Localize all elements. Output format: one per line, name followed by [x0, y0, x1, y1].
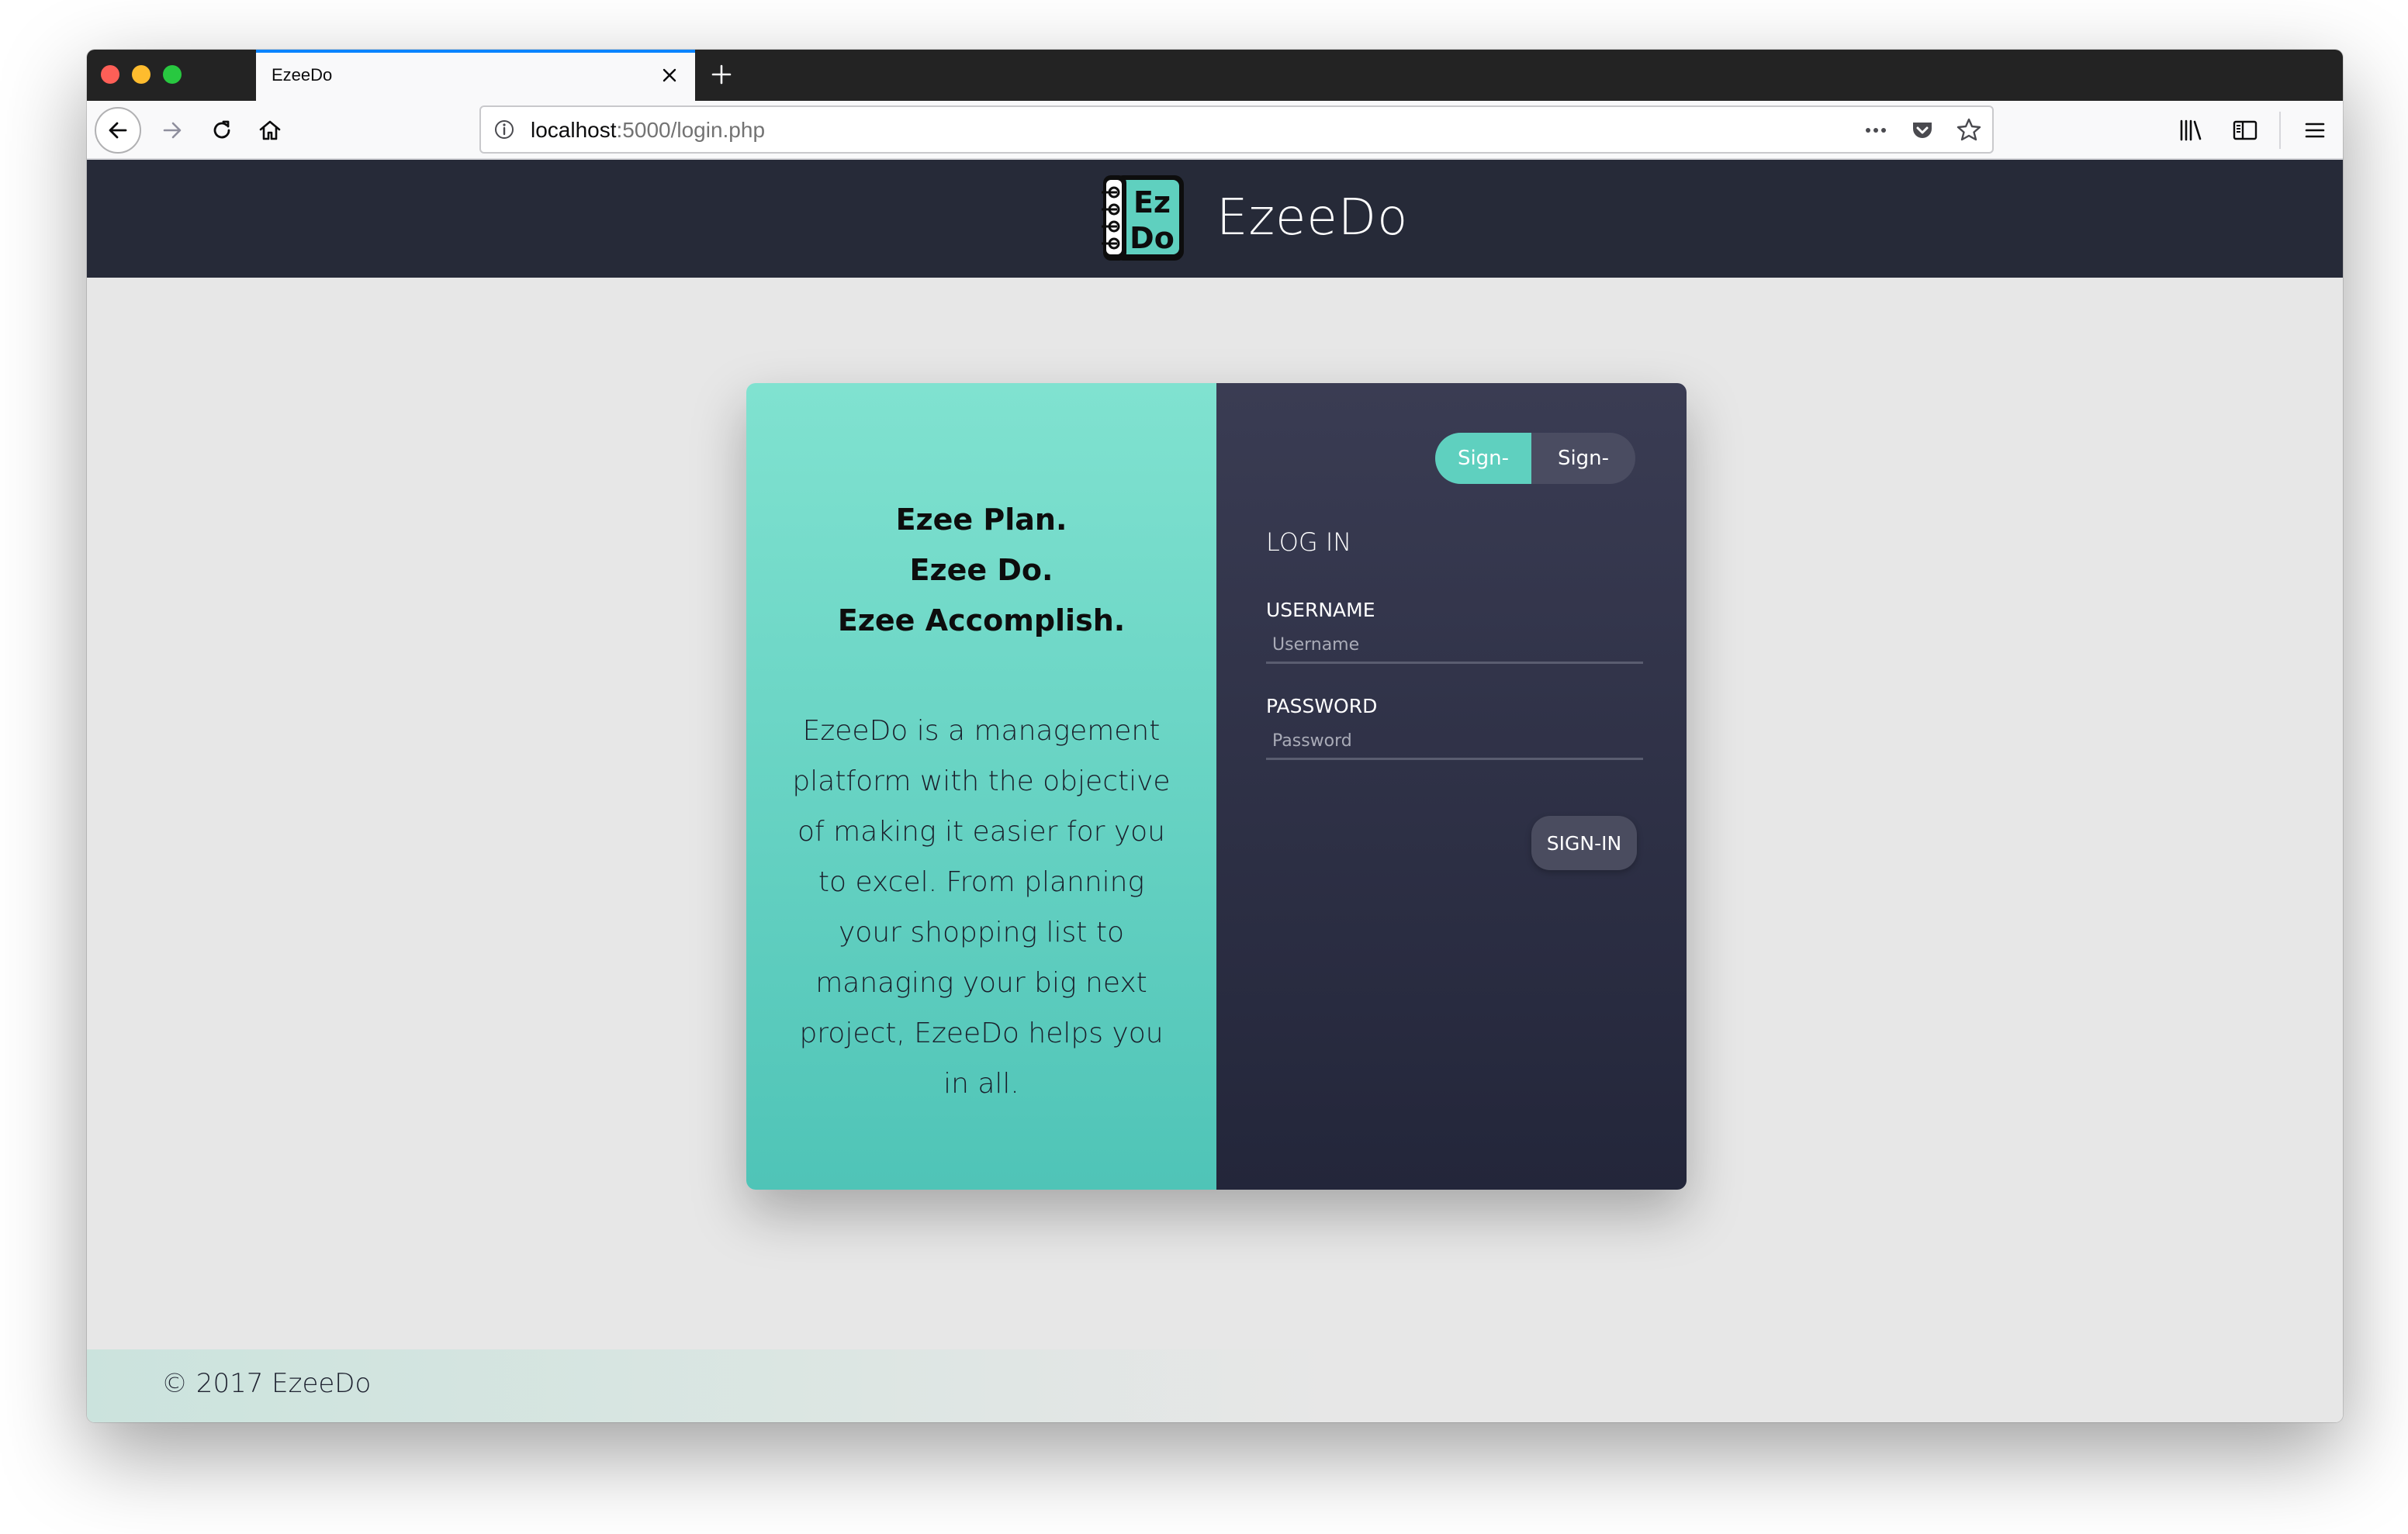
zoom-window-button[interactable]	[163, 65, 182, 84]
site-header: Ez Do EzeeDo	[87, 160, 2343, 278]
signin-toggle-button[interactable]: Sign-in	[1435, 433, 1531, 484]
url-actions	[1862, 115, 1983, 146]
home-icon[interactable]	[247, 107, 293, 154]
sidebar-icon[interactable]	[2230, 113, 2261, 147]
browser-window: EzeeDo localhost:5000/login.php Ez Do Ez…	[87, 50, 2343, 1422]
tagline-line: Ezee Plan.	[895, 503, 1067, 537]
library-icon[interactable]	[2175, 113, 2206, 147]
url-host: localhost	[531, 118, 617, 142]
new-tab-plus-icon[interactable]	[706, 59, 737, 90]
url-path: :5000/login.php	[616, 118, 766, 142]
login-panel: Sign-in Sign-up LOG IN USERNAME PASSWORD…	[1216, 383, 1687, 1190]
more-actions-icon[interactable]	[1862, 116, 1890, 144]
ezeedo-logo[interactable]: Ez Do	[1098, 171, 1188, 265]
logo-text-bottom: Do	[1130, 221, 1175, 255]
login-heading: LOG IN	[1266, 527, 1352, 557]
navigation-toolbar: localhost:5000/login.php	[87, 101, 2343, 160]
forward-arrow-icon[interactable]	[149, 107, 195, 154]
tagline-line: Ezee Accomplish.	[837, 603, 1126, 637]
minimize-window-button[interactable]	[132, 65, 150, 84]
tagline: Ezee Plan. Ezee Do. Ezee Accomplish.	[746, 495, 1216, 646]
auth-toggle: Sign-in Sign-up	[1435, 433, 1635, 484]
info-icon[interactable]	[492, 117, 517, 142]
copyright-text: © 2017 EzeeDo	[161, 1368, 372, 1399]
hamburger-menu-icon[interactable]	[2299, 113, 2330, 147]
password-input[interactable]	[1266, 724, 1643, 760]
bookmark-star-icon[interactable]	[1955, 116, 1983, 144]
close-window-button[interactable]	[101, 65, 119, 84]
platform-description: EzeeDo is a management platform with the…	[792, 715, 1171, 1100]
login-card: Ezee Plan. Ezee Do. Ezee Accomplish. Eze…	[746, 383, 1687, 1190]
tab-title: EzeeDo	[272, 65, 333, 85]
browser-tab[interactable]: EzeeDo	[256, 50, 695, 101]
signin-submit-button[interactable]: SIGN-IN	[1531, 816, 1637, 870]
tab-close-icon[interactable]	[658, 64, 681, 87]
toolbar-separator	[2279, 112, 2281, 149]
web-page: Ez Do EzeeDo Ezee Plan. Ezee Do. Ezee Ac…	[87, 160, 2343, 1422]
username-label: USERNAME	[1266, 599, 1375, 621]
password-label: PASSWORD	[1266, 695, 1378, 717]
intro-panel: Ezee Plan. Ezee Do. Ezee Accomplish. Eze…	[746, 383, 1216, 1190]
tagline-line: Ezee Do.	[909, 553, 1054, 587]
brand-name[interactable]: EzeeDo	[1216, 189, 1408, 247]
username-input[interactable]	[1266, 628, 1643, 664]
url-text[interactable]: localhost:5000/login.php	[531, 118, 765, 143]
tab-bar: EzeeDo	[87, 50, 2343, 101]
site-footer: © 2017 EzeeDo	[87, 1349, 2343, 1422]
logo-text-top: Ez	[1133, 185, 1171, 219]
reload-icon[interactable]	[199, 107, 245, 154]
toolbar-right	[2175, 112, 2330, 149]
address-bar[interactable]: localhost:5000/login.php	[479, 105, 1994, 154]
pocket-icon[interactable]	[1908, 116, 1936, 144]
signup-toggle-button[interactable]: Sign-up	[1531, 433, 1635, 484]
back-arrow-icon[interactable]	[95, 107, 141, 154]
